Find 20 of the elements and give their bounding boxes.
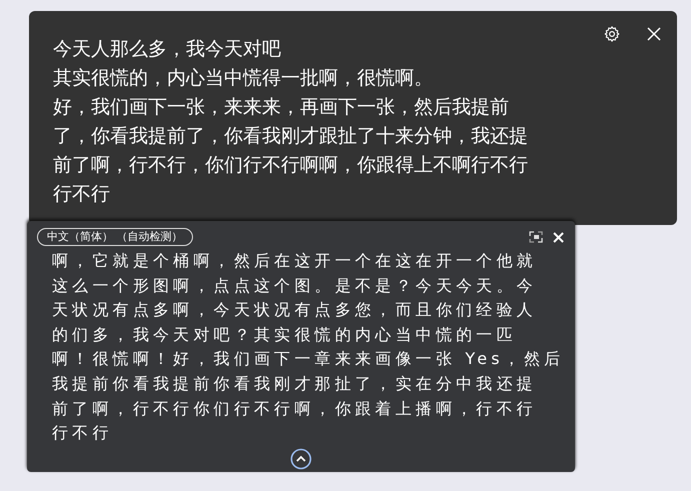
transcript-line: 啊！很慌啊！好，我们画下一章来来画像一张 Yes，然后 [52,348,564,370]
caption-line: 前了啊，行不行，你们行不行啊啊，你跟得上不啊行不行 [53,153,529,178]
settings-icon[interactable] [603,25,621,43]
transcript-line: 啊，它就是个桶啊，然后在这开一个在这在开一个他就 [52,250,538,272]
caption-line: 行不行 [53,182,111,207]
caption-line: 了，你看我提前了，你看我刚才跟扯了十来分钟，我还提 [53,124,529,149]
language-badge[interactable]: 中文（简体） （自动检测） [37,228,192,246]
close-icon[interactable] [647,27,661,41]
transcript-line: 这么一个形图啊，点点这个图。是不是？今天今天。今 [52,274,538,297]
transcript-line: 的们多，我今天对吧？其实很慌的内心当中慌的一匹 [52,324,518,346]
caption-line: 其实很慌的，内心当中慌得一批啊，很慌啊。 [53,66,434,91]
close-icon[interactable] [553,232,564,242]
transcript-line: 行不行 [52,422,114,444]
expand-icon[interactable] [529,231,543,243]
transcript-line: 我提前你看我提前你看我刚才那扯了，实在分中我还提 [52,372,538,395]
collapse-icon[interactable] [290,448,312,470]
transcript-line: 前了啊，行不行你们行不行啊，你跟着上播啊，行不行 [52,398,538,420]
caption-line: 好，我们画下一张，来来来，再画下一张，然后我提前 [53,95,510,120]
transcript-line: 天状况有点多啊，今天状况有点多您，而且你们经验人 [52,299,538,322]
caption-line: 今天人那么多，我今天对吧 [53,37,282,62]
